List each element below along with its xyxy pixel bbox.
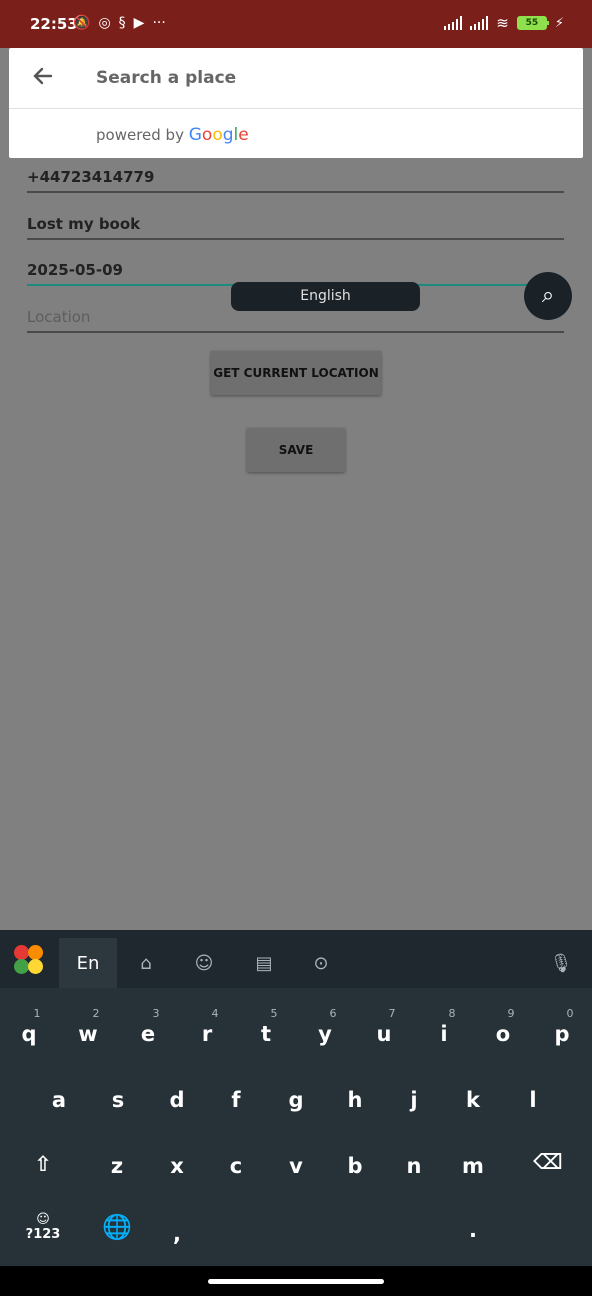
divider [9,108,583,109]
key-q[interactable]: q [9,1022,49,1046]
key-number-hint: 0 [566,1007,574,1020]
key-g[interactable]: g [276,1088,316,1112]
description-value: Lost my book [27,215,141,233]
save-button[interactable]: SAVE [247,428,345,472]
google-letter: g [222,125,234,145]
key-e[interactable]: e [128,1022,168,1046]
key-v[interactable]: v [276,1154,316,1178]
status-bar: 22:53 🔕 ◎ § ▶ ··· ≋ 55 ⚡ [0,0,592,48]
google-letter: o [201,125,213,145]
app-background: +44723414779 Lost my book 2025-05-09 Loc… [0,48,592,930]
key-h[interactable]: h [335,1088,375,1112]
search-key[interactable]: ⌕ [524,272,572,320]
key-f[interactable]: f [216,1088,256,1112]
search-input[interactable]: Search a place [96,68,236,88]
battery-icon: 55 [516,16,549,30]
keyboard-logo-icon[interactable] [14,945,44,975]
period-key[interactable]: . [453,1218,493,1242]
key-number-hint: 1 [33,1007,41,1020]
whatsapp-icon: ◎ [98,15,111,31]
app-notification-icon: § [118,15,126,31]
key-t[interactable]: t [246,1022,286,1046]
screen: 22:53 🔕 ◎ § ▶ ··· ≋ 55 ⚡ +44723414779 Lo… [0,0,592,1296]
key-number-hint: 5 [270,1007,278,1020]
backspace-key[interactable]: ⌫ [528,1150,568,1174]
language-tab[interactable]: En [59,938,117,988]
key-j[interactable]: j [394,1088,434,1112]
powered-by-label: powered by [96,126,184,144]
get-current-location-button[interactable]: GET CURRENT LOCATION [211,351,381,395]
phone-field[interactable]: +44723414779 [27,168,564,193]
key-number-hint: 9 [507,1007,515,1020]
youtube-icon: ▶ [133,15,145,31]
google-logo: Google [189,125,249,145]
key-number-hint: 3 [152,1007,160,1020]
symbols-key[interactable]: ☺ ?123 [23,1212,63,1242]
phone-value: +44723414779 [27,168,155,186]
key-m[interactable]: m [453,1154,493,1178]
key-i[interactable]: i [424,1022,464,1046]
more-options-icon[interactable]: ⊙ [308,938,334,988]
key-c[interactable]: c [216,1154,256,1178]
key-b[interactable]: b [335,1154,375,1178]
comma-key[interactable]: , [157,1222,197,1246]
emoji-icon[interactable]: ☺ [191,938,217,988]
battery-level: 55 [525,18,539,28]
key-number-hint: 6 [329,1007,337,1020]
notification-icons: 🔕 ◎ § ▶ ··· [73,14,166,32]
more-notifications-icon: ··· [152,15,166,31]
wifi-icon: ≋ [496,14,509,32]
space-key[interactable]: English [231,282,420,311]
home-gesture-bar[interactable] [208,1279,384,1284]
keyboard-toolbar: En ⌂ ☺ ▤ ⊙ 🎙 [0,930,592,988]
microphone-icon[interactable]: 🎙 [548,938,574,988]
key-w[interactable]: w [68,1022,108,1046]
key-r[interactable]: r [187,1022,227,1046]
key-y[interactable]: y [305,1022,345,1046]
key-x[interactable]: x [157,1154,197,1178]
key-p[interactable]: p [542,1022,582,1046]
google-letter: e [238,125,249,145]
muted-bell-icon: 🔕 [73,15,91,31]
description-field[interactable]: Lost my book [27,215,564,240]
navigation-bar [0,1266,592,1296]
key-z[interactable]: z [97,1154,137,1178]
key-d[interactable]: d [157,1088,197,1112]
key-l[interactable]: l [513,1088,553,1112]
key-s[interactable]: s [98,1088,138,1112]
location-field[interactable]: Location [27,308,564,333]
key-number-hint: 8 [448,1007,456,1020]
key-n[interactable]: n [394,1154,434,1178]
sticker-icon[interactable]: ⌂ [133,938,159,988]
symbols-label: ?123 [25,1227,61,1242]
status-time: 22:53 [30,15,78,33]
key-u[interactable]: u [364,1022,404,1046]
place-search-overlay: Search a place powered by Google [9,48,583,158]
key-number-hint: 4 [211,1007,219,1020]
charging-icon: ⚡ [554,15,564,31]
shift-key[interactable]: ⇧ [23,1152,63,1176]
signal-1-icon [444,16,463,30]
google-letter: G [188,125,202,145]
signal-2-icon [470,16,489,30]
system-icons: ≋ 55 ⚡ [444,14,564,32]
key-a[interactable]: a [39,1088,79,1112]
key-number-hint: 2 [92,1007,100,1020]
key-o[interactable]: o [483,1022,523,1046]
globe-icon[interactable]: 🌐 [97,1213,137,1241]
key-k[interactable]: k [453,1088,493,1112]
powered-by-google: powered by Google [96,125,249,145]
key-number-hint: 7 [388,1007,396,1020]
emoji-small-icon: ☺ [36,1212,50,1227]
back-arrow-icon[interactable] [31,64,55,94]
google-letter: o [212,125,223,145]
clipboard-icon[interactable]: ▤ [251,938,277,988]
location-placeholder: Location [27,308,91,326]
date-value: 2025-05-09 [27,261,123,279]
search-icon: ⌕ [541,283,555,308]
